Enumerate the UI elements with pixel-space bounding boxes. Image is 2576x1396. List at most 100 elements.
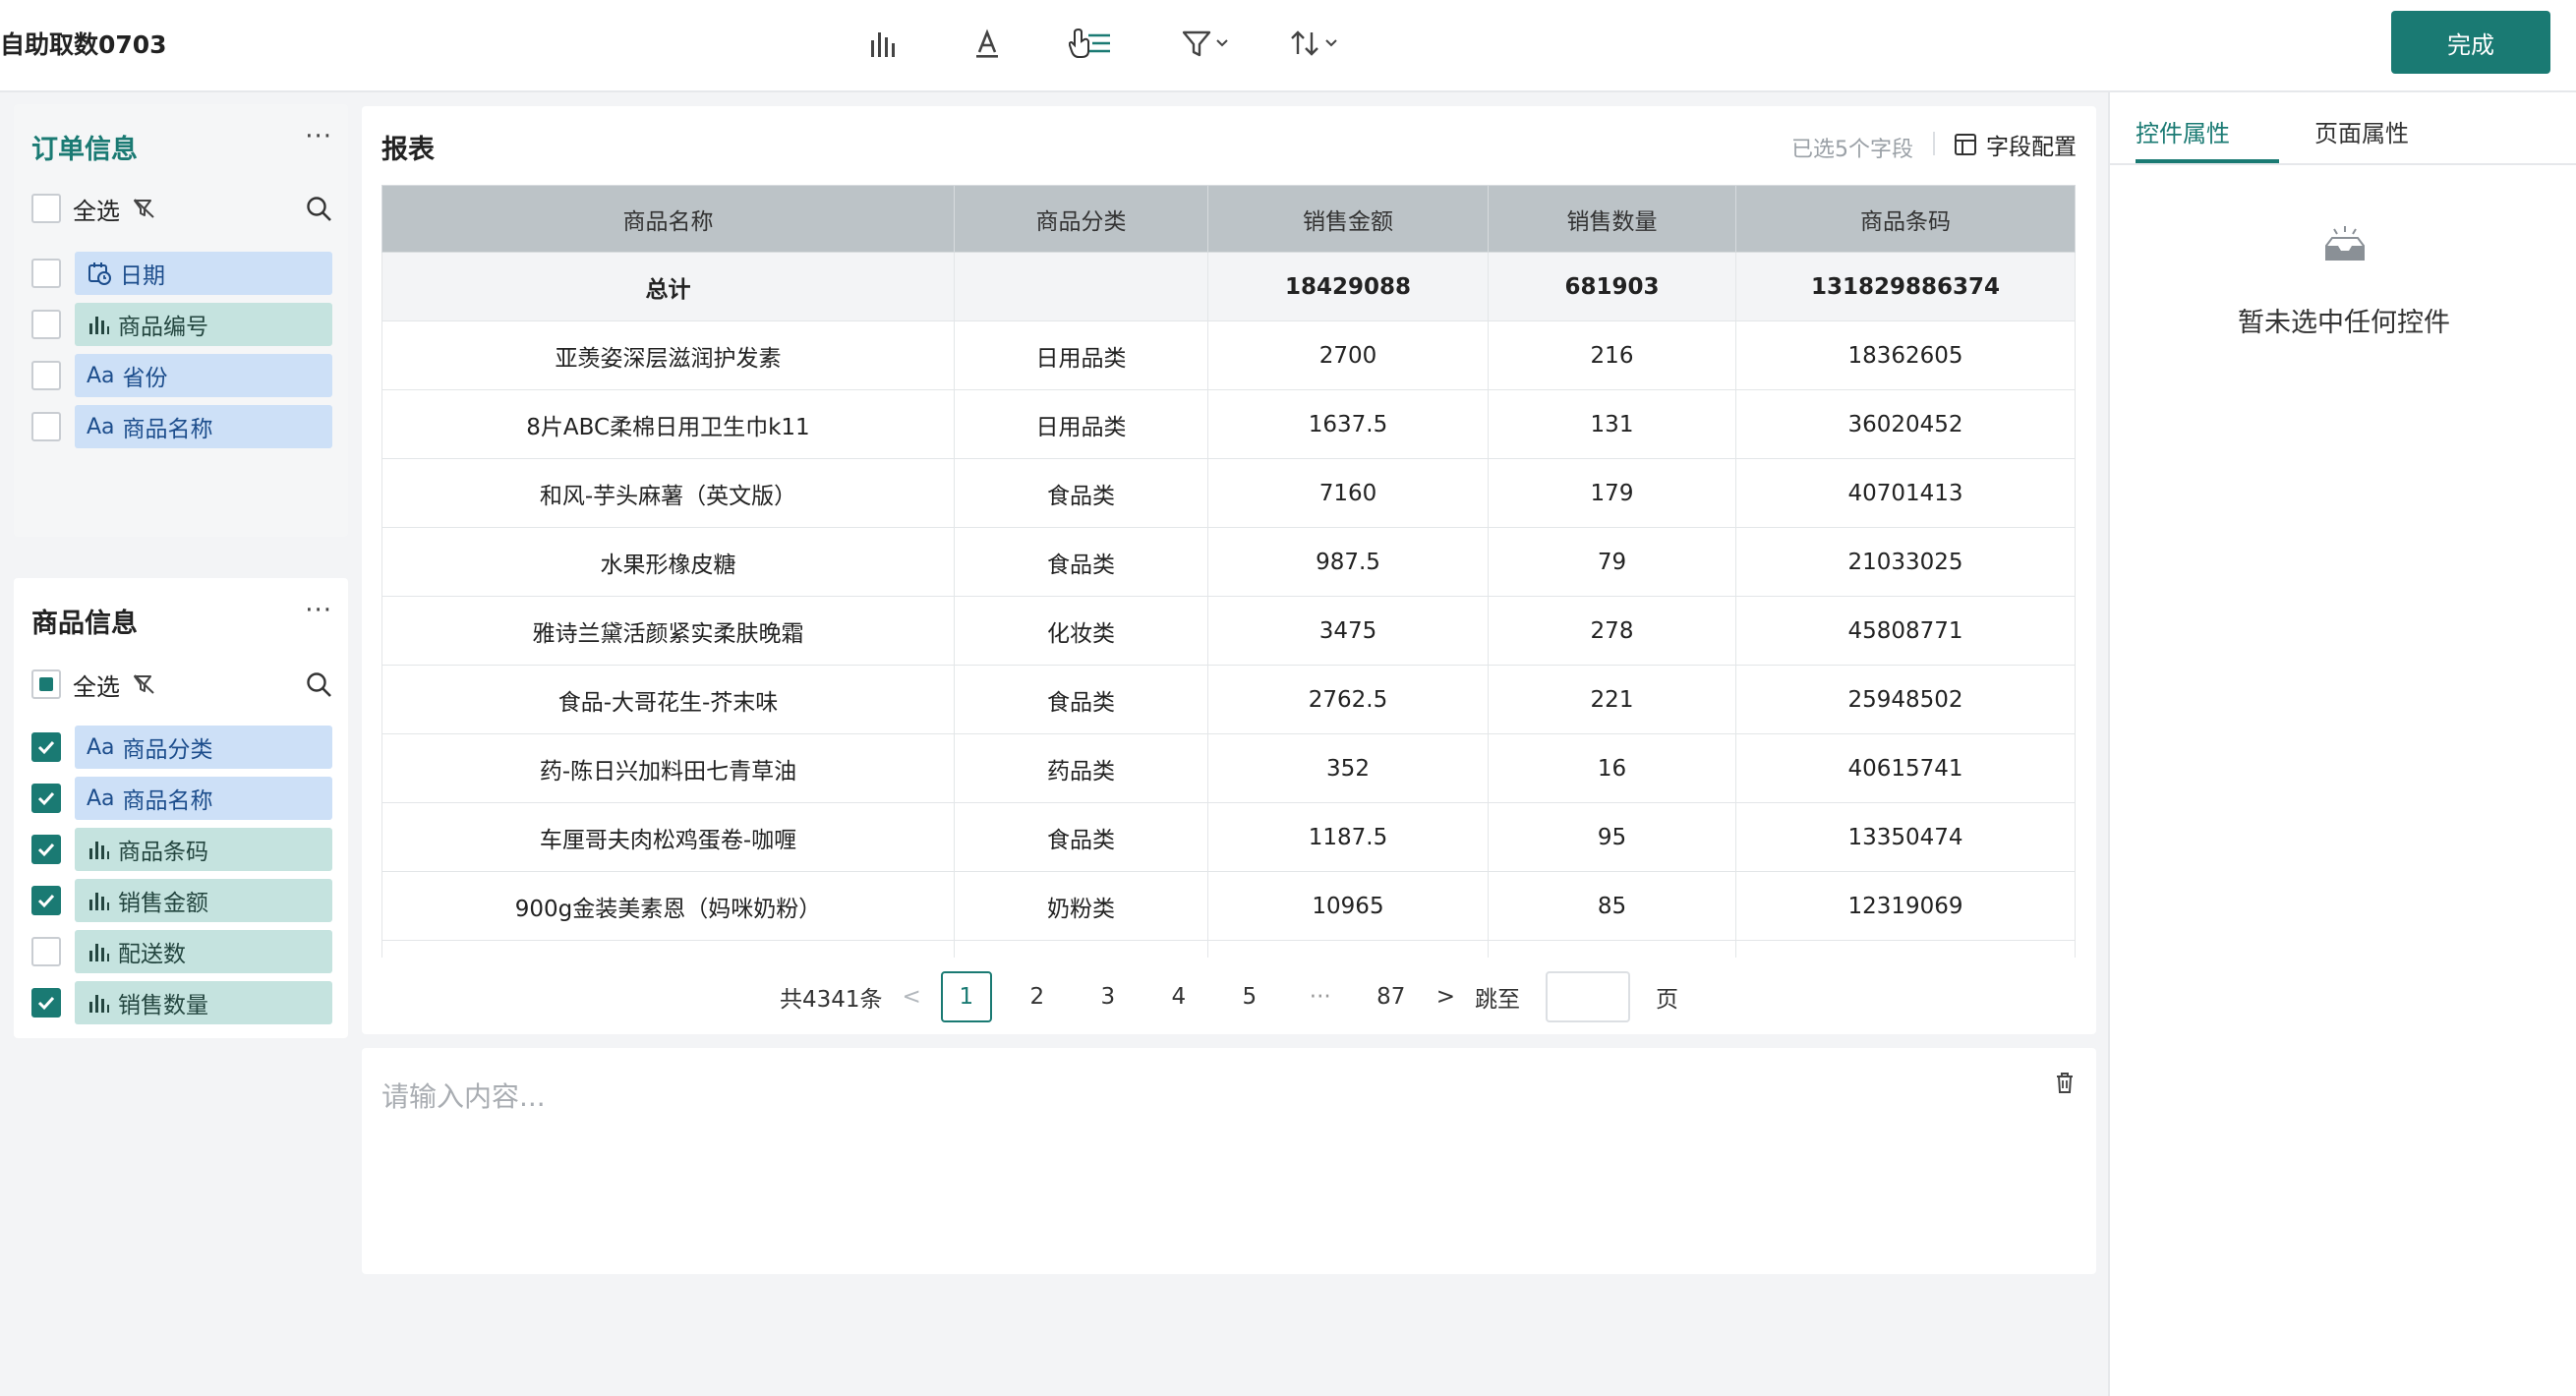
product-info-more-button[interactable]: ··· [305,596,332,625]
jump-page-input[interactable] [1546,971,1631,1022]
bar-chart-icon[interactable] [857,18,908,69]
page-button[interactable]: 2 [1012,971,1063,1022]
prev-page-button[interactable]: < [902,984,920,1010]
product-select-all-label: 全选 [73,672,120,701]
table-cell [381,940,955,958]
report-table-viewport[interactable]: 商品名称 商品分类 销售金额 销售数量 商品条码 总计 18429088 681… [362,106,2096,958]
table-cell: 10965 [1207,871,1489,941]
field-chip-province[interactable]: Aa 省份 [75,354,332,397]
page-button-last[interactable]: 87 [1366,971,1417,1022]
field-chip-date[interactable]: 日期 [75,252,332,295]
filter-reset-icon[interactable] [132,197,157,220]
field-checkbox-checked[interactable] [31,732,61,762]
properties-tabs: 控件属性 页面属性 [2110,92,2576,165]
table-cell: 16 [1488,733,1736,803]
field-chip-category[interactable]: Aa 商品分类 [75,726,332,769]
date-type-icon [88,262,111,285]
column-header[interactable]: 销售金额 [1207,185,1489,253]
table-cell: 雅诗兰黛活颜紧实柔肤晚霜 [381,596,955,666]
empty-state-text: 暂未选中任何控件 [2238,308,2450,338]
field-row-product-name[interactable]: Aa 商品名称 [31,403,332,450]
order-info-more-button[interactable]: ··· [305,122,332,151]
page-ellipsis[interactable]: ··· [1295,971,1346,1022]
table-text-icon[interactable] [1064,18,1117,69]
field-row-province[interactable]: Aa 省份 [31,352,332,399]
table-cell: 总计 [381,252,955,321]
field-row-sales-qty[interactable]: 销售数量 [31,979,332,1026]
text-type-icon: Aa [87,785,115,811]
field-checkbox-checked[interactable] [31,784,61,813]
field-chip-product-name[interactable]: Aa 商品名称 [75,405,332,448]
field-checkbox-checked[interactable] [31,886,61,915]
table-cell [954,252,1208,321]
field-chip-name[interactable]: Aa 商品名称 [75,777,332,820]
field-checkbox[interactable] [31,361,61,390]
field-chip-sales-amount[interactable]: 销售金额 [75,879,332,922]
table-cell: 2700 [1207,320,1489,390]
field-checkbox[interactable] [31,412,61,441]
check-icon [37,843,55,857]
order-info-title: 订单信息 [31,135,138,165]
check-icon [37,996,55,1011]
field-row-date[interactable]: 日期 [31,250,332,297]
table-cell: 2762.5 [1207,665,1489,734]
field-checkbox[interactable] [31,937,61,966]
properties-panel: 控件属性 页面属性 暂未选中任何控件 [2108,92,2576,1396]
tab-page-properties[interactable]: 页面属性 [2314,114,2409,148]
column-header[interactable]: 商品分类 [954,185,1208,253]
field-checkbox[interactable] [31,310,61,339]
page-button-active[interactable]: 1 [940,971,992,1022]
field-row-product-no[interactable]: 商品编号 [31,301,332,348]
page-button[interactable]: 4 [1153,971,1204,1022]
next-page-button[interactable]: > [1436,984,1455,1010]
filter-dropdown-icon[interactable] [1176,18,1239,69]
field-checkbox[interactable] [31,259,61,288]
text-content-input[interactable] [381,1072,1955,1121]
page-button[interactable]: 3 [1083,971,1134,1022]
field-chip-product-no[interactable]: 商品编号 [75,303,332,346]
top-toolbar: 自助取数0703 完成 [0,0,2576,92]
product-select-all[interactable]: 全选 [31,669,157,701]
field-row-delivery[interactable]: 配送数 [31,928,332,975]
product-info-title: 商品信息 [31,609,138,639]
column-header[interactable]: 商品名称 [381,185,955,253]
table-cell: 3475 [1207,596,1489,666]
field-checkbox-checked[interactable] [31,988,61,1018]
trash-icon[interactable] [2053,1070,2077,1095]
search-icon[interactable] [305,195,334,224]
column-header[interactable]: 商品条码 [1735,185,2076,253]
table-row: 亚羡姿深层滋润护发素 日用品类 2700 216 18362605 [381,320,2076,390]
field-row-category[interactable]: Aa 商品分类 [31,724,332,771]
field-checkbox-checked[interactable] [31,835,61,864]
table-cell: 日用品类 [954,389,1208,459]
field-row-barcode[interactable]: 商品条码 [31,826,332,873]
column-header[interactable]: 销售数量 [1488,185,1736,253]
page-button[interactable]: 5 [1224,971,1275,1022]
order-select-all-checkbox[interactable] [31,194,61,223]
total-count: 共4341条 [779,987,883,1013]
done-button[interactable]: 完成 [2391,11,2550,74]
text-type-icon: Aa [87,363,115,388]
field-chip-delivery[interactable]: 配送数 [75,930,332,973]
table-cell: 21033025 [1735,527,2076,597]
pagination: 共4341条 < 1 2 3 4 5 ··· 87 > 跳至 页 [362,969,2096,1024]
text-style-icon[interactable] [962,18,1013,69]
filter-reset-icon[interactable] [132,672,157,696]
product-select-all-checkbox[interactable] [31,669,61,699]
table-cell: 12319069 [1735,871,2076,941]
tab-control-properties[interactable]: 控件属性 [2136,114,2230,148]
table-header-row: 商品名称 商品分类 销售金额 销售数量 商品条码 [381,185,2076,253]
order-select-all[interactable]: 全选 [31,193,157,225]
sort-dropdown-icon[interactable] [1284,18,1347,69]
table-row [381,940,2076,958]
check-icon [37,740,55,755]
field-chip-sales-qty[interactable]: 销售数量 [75,981,332,1024]
search-icon[interactable] [305,670,334,700]
order-select-all-label: 全选 [73,197,120,225]
field-row-sales-amount[interactable]: 销售金额 [31,877,332,924]
field-row-name[interactable]: Aa 商品名称 [31,775,332,822]
table-row: 8片ABC柔棉日用卫生巾k11 日用品类 1637.5 131 36020452 [381,389,2076,459]
app-title: 自助取数0703 [0,30,167,59]
field-chip-barcode[interactable]: 商品条码 [75,828,332,871]
table-cell: 221 [1488,665,1736,734]
